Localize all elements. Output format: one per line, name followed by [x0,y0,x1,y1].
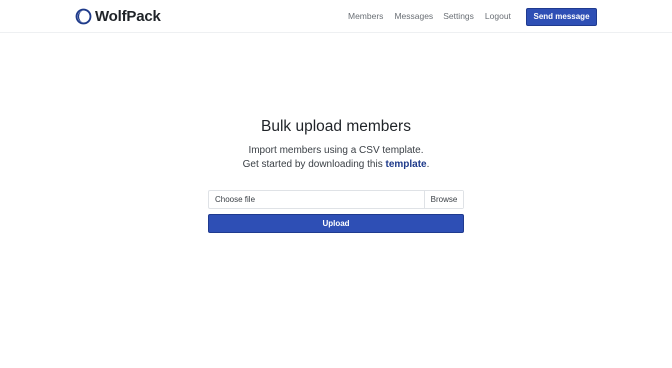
page-title: Bulk upload members [261,118,411,135]
file-input[interactable]: Choose file Browse [208,190,464,209]
nav-link-settings[interactable]: Settings [443,11,474,22]
upload-button[interactable]: Upload [208,214,464,233]
nav-link-members[interactable]: Members [348,11,383,22]
template-link[interactable]: template [385,159,426,170]
subtitle-line-2: Get started by downloading this template… [0,158,672,171]
brand-name: WolfPack [95,8,161,25]
nav-link-messages[interactable]: Messages [394,11,433,22]
send-message-button[interactable]: Send message [526,8,597,26]
browse-button[interactable]: Browse [424,191,463,208]
top-navbar: WolfPack Members Messages Settings Logou… [0,0,672,33]
nav-link-logout[interactable]: Logout [485,11,511,22]
wolfpack-logo-icon [75,8,92,25]
brand[interactable]: WolfPack [75,8,161,25]
subtitle-suffix: . [426,159,430,170]
file-input-label[interactable]: Choose file [209,191,424,208]
subtitle-prefix: Get started by downloading this [242,159,386,170]
subtitle-line-1: Import members using a CSV template. [248,145,424,156]
nav-links: Members Messages Settings Logout [348,11,511,22]
